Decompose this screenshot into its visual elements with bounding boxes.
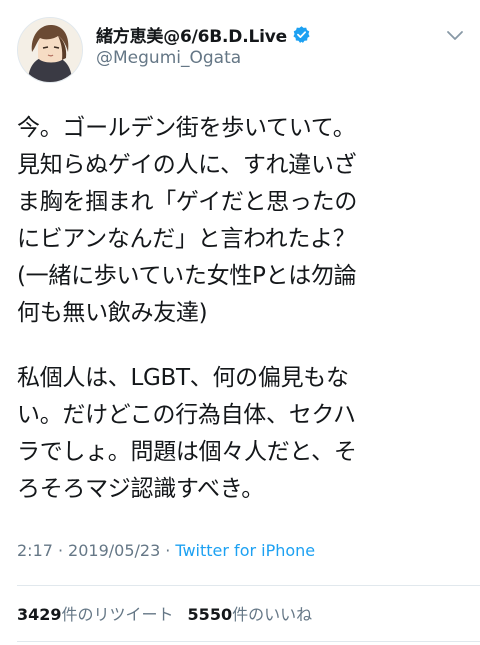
tweet-text-line: い。だけどこの行為自体、セクハ (17, 402, 356, 428)
tweet-text-line: ろそろマジ認識すべき。 (17, 476, 264, 502)
verified-badge-icon (293, 25, 310, 43)
tweet-metadata: 2:17 · 2019/05/23 · Twitter for iPhone (17, 541, 315, 560)
divider (17, 585, 480, 586)
tweet-text-line: 見知らぬゲイの人に、すれ違いざ (17, 152, 357, 178)
tweet-text-line: ラでしょ。問題は個々人だと、そ (17, 439, 357, 465)
tweet-text-line: (一緒に歩いていた女性Pとは勿論 (17, 263, 357, 289)
tweet-text-line: ま胸を掴まれ「ゲイだと思ったの (17, 189, 358, 215)
tweet-detail: 緒方恵美@6/6B.D.Live @Megumi_Ogata 今。ゴールデン街を… (0, 0, 480, 645)
meta-separator: · (57, 541, 64, 560)
likes-label: 件のいいね (232, 605, 313, 624)
tweet-text-line: 何も無い飲み友達) (17, 300, 208, 326)
retweets-stat[interactable]: 3429件のリツイート (17, 605, 174, 624)
retweets-label: 件のリツイート (61, 605, 174, 624)
tweet-source-link[interactable]: Twitter for iPhone (175, 541, 315, 560)
chevron-down-icon[interactable] (446, 30, 464, 42)
user-avatar-icon (18, 18, 82, 82)
divider (17, 641, 480, 642)
avatar[interactable] (17, 17, 83, 83)
tweet-text-line: 今。ゴールデン街を歩いていて。 (17, 115, 356, 141)
tweet-text-line: 私個人は、LGBT、何の偏見もな (17, 365, 349, 391)
likes-stat[interactable]: 5550件のいいね (188, 605, 313, 624)
tweet-date[interactable]: 2019/05/23 (68, 541, 160, 560)
retweets-count: 3429 (17, 605, 62, 624)
meta-separator: · (165, 541, 171, 560)
likes-count: 5550 (187, 605, 233, 624)
tweet-stats: 3429件のリツイート 5550件のいいね (17, 601, 312, 625)
tweet-text-line: にビアンなんだ」と言われたよ？ (17, 226, 356, 252)
author-name-row[interactable]: 緒方恵美@6/6B.D.Live (96, 22, 311, 47)
display-name[interactable]: 緒方恵美@6/6B.D.Live (96, 22, 287, 47)
user-handle[interactable]: @Megumi_Ogata (96, 48, 241, 68)
tweet-text-paragraph-2: 私個人は、LGBT、何の偏見もな い。だけどこの行為自体、セクハ ラでしょ。問題… (17, 360, 467, 508)
tweet-text-paragraph-1: 今。ゴールデン街を歩いていて。 見知らぬゲイの人に、すれ違いざ ま胸を掴まれ「ゲ… (17, 110, 467, 332)
tweet-time[interactable]: 2:17 (17, 541, 53, 560)
